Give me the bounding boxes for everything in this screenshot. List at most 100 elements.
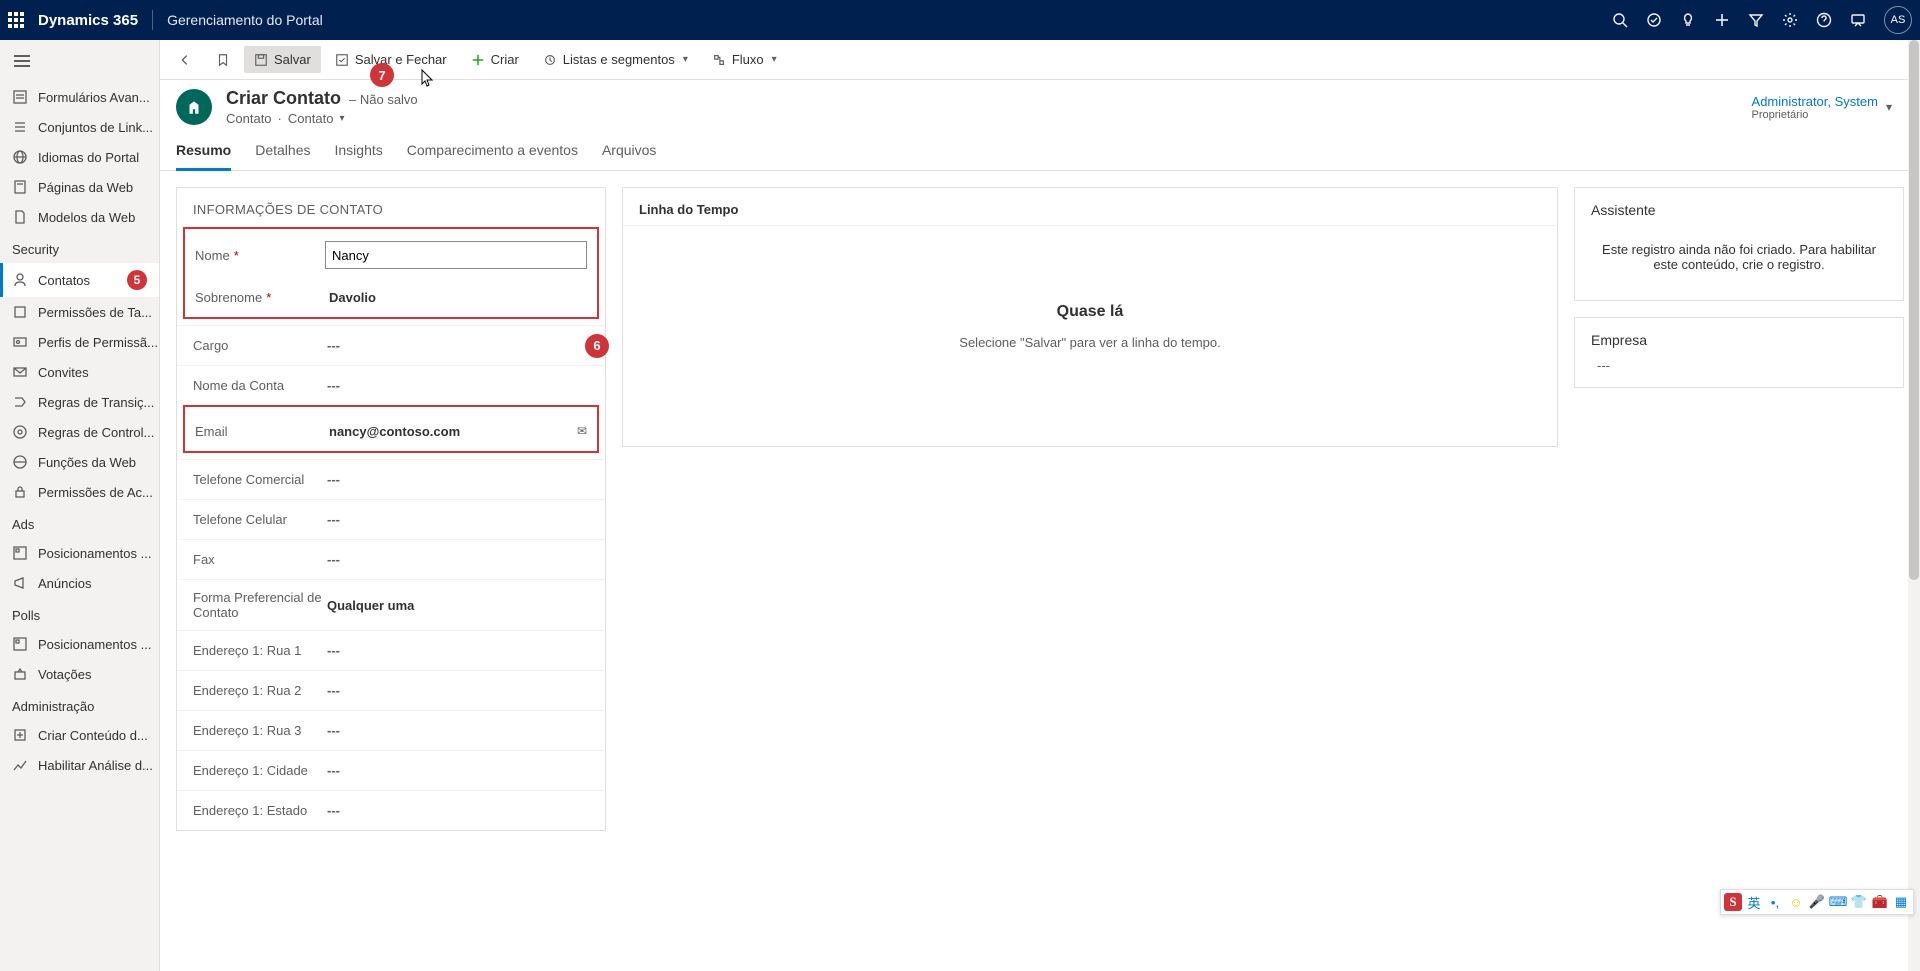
addr-value[interactable]: --- [323, 643, 589, 658]
left-nav: Formulários Avan... Conjuntos de Link...… [0, 40, 160, 971]
vote-icon [12, 666, 28, 682]
app-launcher-icon[interactable] [8, 12, 24, 28]
company-header: Empresa [1575, 318, 1903, 354]
task-icon[interactable] [1646, 12, 1662, 28]
bphone-value[interactable]: --- [323, 472, 589, 487]
nav-item[interactable]: Anúncios [0, 568, 159, 598]
mphone-value[interactable]: --- [323, 512, 589, 527]
lightbulb-icon[interactable] [1680, 12, 1696, 28]
placement-icon [12, 545, 28, 561]
ime-grid-icon[interactable]: ▦ [1892, 893, 1910, 911]
assistant-icon[interactable] [1850, 12, 1866, 28]
contact-info-card: INFORMAÇÕES DE CONTATO Nome* Sobrenome* … [176, 187, 606, 831]
nav-item[interactable]: Idiomas do Portal [0, 142, 159, 172]
tab-arquivos[interactable]: Arquivos [602, 134, 656, 170]
nav-item[interactable]: Posicionamentos ... [0, 538, 159, 568]
fax-value[interactable]: --- [323, 552, 589, 567]
scrollbar-track[interactable] [1908, 40, 1920, 971]
tab-resumo[interactable]: Resumo [176, 134, 231, 171]
field-label: Email [195, 424, 325, 439]
nav-item[interactable]: Perfis de Permissã... [0, 327, 159, 357]
mail-icon[interactable]: ✉ [577, 424, 587, 438]
addr-value[interactable]: --- [323, 723, 589, 738]
ime-icon[interactable]: S [1724, 893, 1742, 911]
nav-item[interactable]: Posicionamentos ... [0, 629, 159, 659]
ime-mic-icon[interactable]: 🎤 [1808, 893, 1826, 911]
ime-keyboard-icon[interactable]: ⌨ [1829, 893, 1847, 911]
account-value[interactable]: --- [323, 378, 589, 393]
nav-item[interactable]: Votações [0, 659, 159, 689]
ime-lang[interactable]: 英 [1745, 893, 1763, 911]
user-avatar[interactable]: AS [1884, 6, 1912, 34]
flow-button[interactable]: Fluxo▾ [702, 46, 787, 73]
tab-insights[interactable]: Insights [335, 134, 383, 170]
nav-item[interactable]: Permissões de Ac... [0, 477, 159, 507]
field-label: Cargo [193, 338, 323, 353]
field-label: Telefone Comercial [193, 472, 323, 487]
email-value[interactable]: nancy@contoso.com [325, 424, 577, 439]
nav-item[interactable]: Páginas da Web [0, 172, 159, 202]
addr-value[interactable]: --- [323, 683, 589, 698]
nav-section-title: Ads [0, 507, 159, 538]
company-value[interactable]: --- [1575, 354, 1903, 387]
lists-button[interactable]: Listas e segmentos▾ [533, 46, 698, 73]
ime-toolbar[interactable]: S 英 •, ☺ 🎤 ⌨ 👕 🧰 ▦ [1720, 889, 1914, 915]
ime-emoji-icon[interactable]: ☺ [1787, 893, 1805, 911]
ime-punct-icon[interactable]: •, [1766, 893, 1784, 911]
nav-collapse-button[interactable] [0, 40, 159, 82]
nav-section-title: Polls [0, 598, 159, 629]
nav-item[interactable]: Conjuntos de Link... [0, 112, 159, 142]
person-icon [12, 272, 28, 288]
lastname-value[interactable]: Davolio [325, 290, 587, 305]
create-button[interactable]: Criar [461, 46, 529, 73]
section-heading: INFORMAÇÕES DE CONTATO [177, 188, 605, 227]
template-icon [12, 209, 28, 225]
app-area[interactable]: Gerenciamento do Portal [167, 12, 323, 28]
tab-eventos[interactable]: Comparecimento a eventos [407, 134, 578, 170]
ime-skin-icon[interactable]: 👕 [1850, 893, 1868, 911]
breadcrumb[interactable]: Contato·Contato▾ [226, 111, 1738, 126]
cargo-value[interactable]: --- [323, 338, 589, 353]
nav-item[interactable]: Convites [0, 357, 159, 387]
settings-icon[interactable] [1782, 12, 1798, 28]
filter-icon[interactable] [1748, 12, 1764, 28]
back-button[interactable] [168, 47, 202, 73]
nav-item[interactable]: Permissões de Ta... [0, 297, 159, 327]
nav-item[interactable]: Funções da Web [0, 447, 159, 477]
content-area: INFORMAÇÕES DE CONTATO Nome* Sobrenome* … [160, 171, 1920, 971]
addr-value[interactable]: --- [323, 803, 589, 818]
app-name: Dynamics 365 [38, 12, 138, 29]
nav-item[interactable]: Modelos da Web [0, 202, 159, 232]
web-role-icon [12, 454, 28, 470]
timeline-card: Linha do Tempo Quase lá Selecione "Salva… [622, 187, 1558, 447]
tab-detalhes[interactable]: Detalhes [255, 134, 310, 170]
placement-icon [12, 636, 28, 652]
owner-field[interactable]: Administrator, System Proprietário ▾ [1752, 94, 1904, 121]
field-label: Nome* [195, 248, 325, 263]
bookmark-button[interactable] [206, 47, 240, 73]
ime-tool-icon[interactable]: 🧰 [1871, 893, 1889, 911]
nav-item[interactable]: Regras de Control... [0, 417, 159, 447]
nav-item[interactable]: Formulários Avan... [0, 82, 159, 112]
field-label: Endereço 1: Rua 2 [193, 683, 323, 698]
help-icon[interactable] [1816, 12, 1832, 28]
assistant-message: Este registro ainda não foi criado. Para… [1575, 224, 1903, 300]
nav-item-contatos[interactable]: Contatos5 [0, 263, 159, 297]
company-card: Empresa --- [1574, 317, 1904, 388]
pref-value[interactable]: Qualquer uma [323, 598, 589, 613]
nav-item[interactable]: Regras de Transiç... [0, 387, 159, 417]
scrollbar-thumb[interactable] [1909, 40, 1919, 580]
tabs: Resumo Detalhes Insights Comparecimento … [160, 130, 1920, 171]
nav-item[interactable]: Criar Conteúdo d... [0, 720, 159, 750]
nav-section-title: Security [0, 232, 159, 263]
profile-icon [12, 334, 28, 350]
field-label: Endereço 1: Estado [193, 803, 323, 818]
search-icon[interactable] [1612, 12, 1628, 28]
field-label: Endereço 1: Cidade [193, 763, 323, 778]
annotation-badge-5: 5 [127, 270, 147, 290]
plus-icon[interactable] [1714, 12, 1730, 28]
nav-item[interactable]: Habilitar Análise d... [0, 750, 159, 780]
name-input[interactable] [325, 241, 587, 269]
addr-value[interactable]: --- [323, 763, 589, 778]
save-button[interactable]: Salvar [244, 46, 321, 73]
